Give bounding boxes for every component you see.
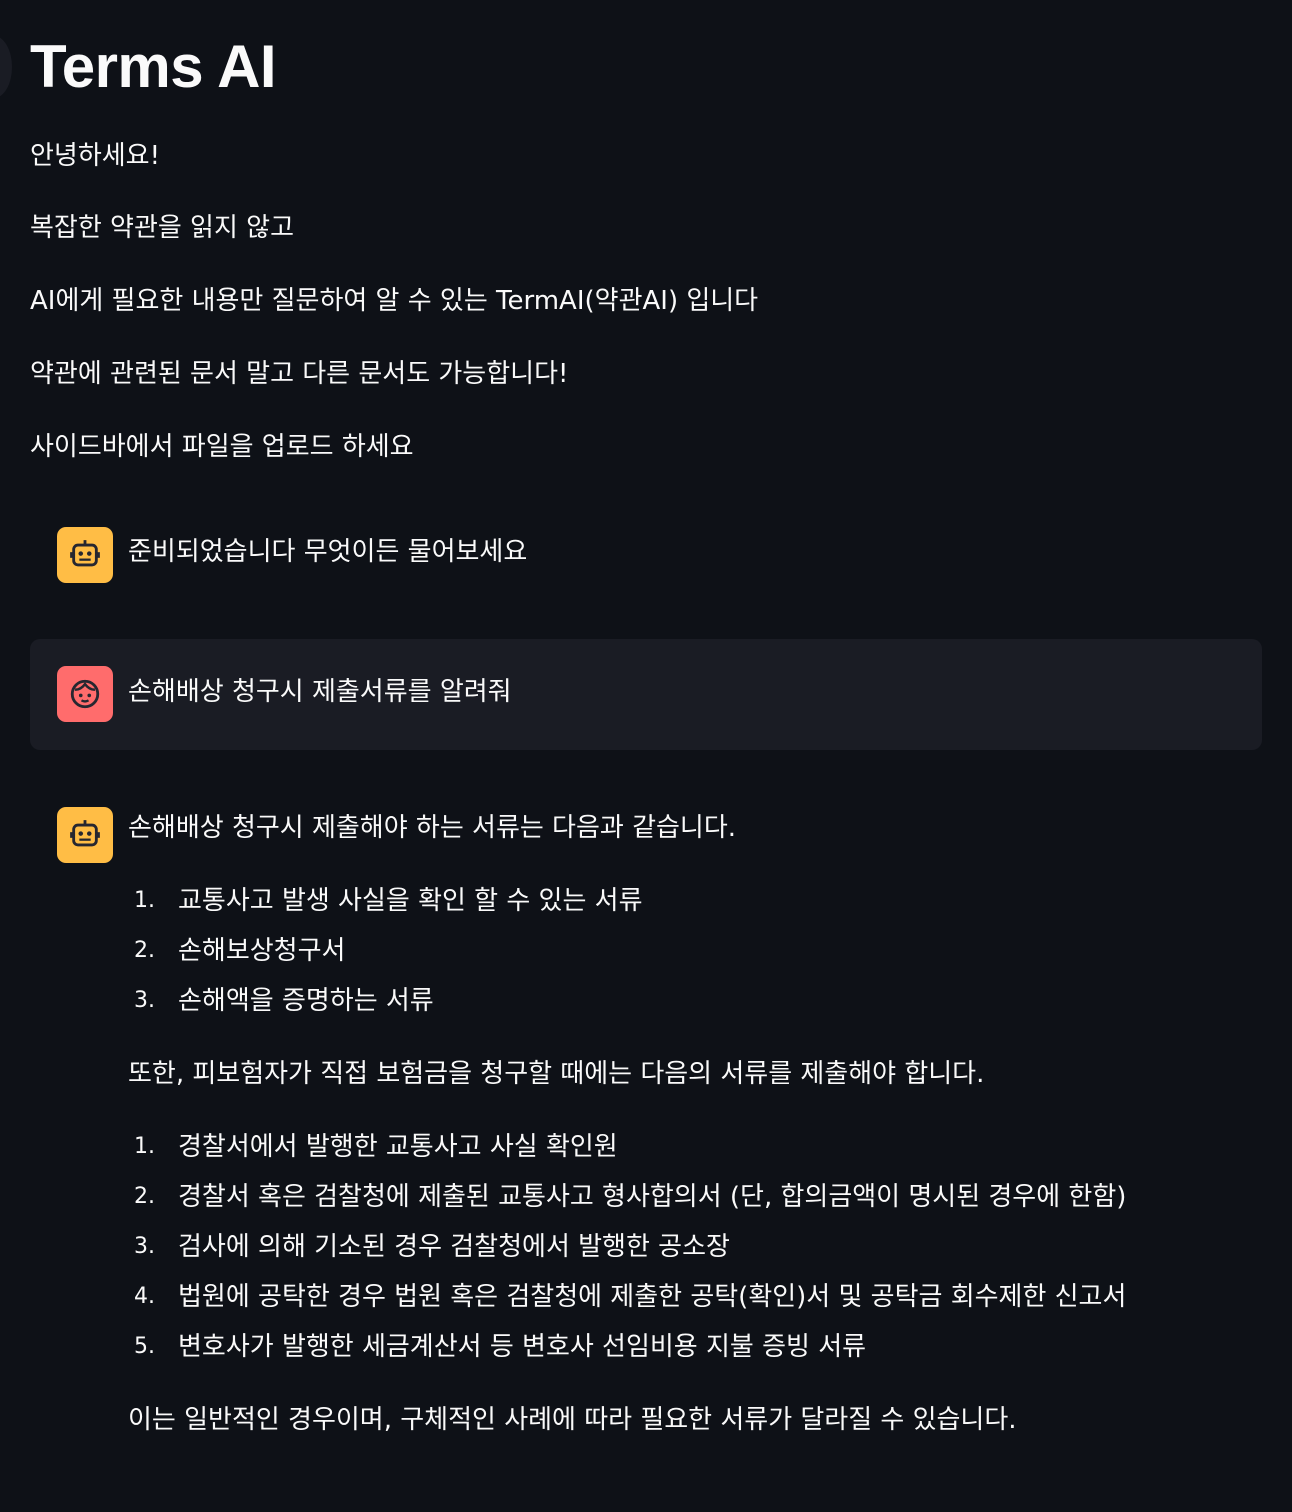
chat-message-assistant: 준비되었습니다 무엇이든 물어보세요	[30, 508, 1262, 598]
face-icon	[57, 666, 113, 722]
message-text: 준비되었습니다 무엇이든 물어보세요	[128, 537, 528, 567]
message-text: 이는 일반적인 경우이며, 구체적인 사례에 따라 필요한 서류가 달라질 수 …	[128, 1405, 1017, 1435]
intro-line: AI에게 필요한 내용만 질문하여 알 수 있는 TermAI(약관AI) 입니…	[30, 286, 759, 316]
intro-line: 복잡한 약관을 읽지 않고	[30, 213, 294, 243]
message-text: 손해배상 청구시 제출해야 하는 서류는 다음과 같습니다.	[128, 813, 737, 843]
intro-greeting: 안녕하세요!	[30, 141, 161, 171]
page-title: Terms AI	[30, 33, 277, 100]
robot-icon	[57, 807, 113, 863]
message-text: 손해배상 청구시 제출서류를 알려줘	[128, 677, 512, 707]
chat-message-assistant: 손해배상 청구시 제출해야 하는 서류는 다음과 같습니다. 1. 교통사고 발…	[30, 790, 1262, 1460]
intro-line: 약관에 관련된 문서 말고 다른 문서도 가능합니다!	[30, 359, 569, 389]
message-text: 또한, 피보험자가 직접 보험금을 청구할 때에는 다음의 서류를 제출해야 합…	[128, 1059, 985, 1089]
chat-message-user: 손해배상 청구시 제출서류를 알려줘	[30, 639, 1262, 750]
intro-instruction: 사이드바에서 파일을 업로드 하세요	[30, 432, 414, 462]
sidebar-expand-button[interactable]	[0, 36, 12, 98]
robot-icon	[57, 527, 113, 583]
